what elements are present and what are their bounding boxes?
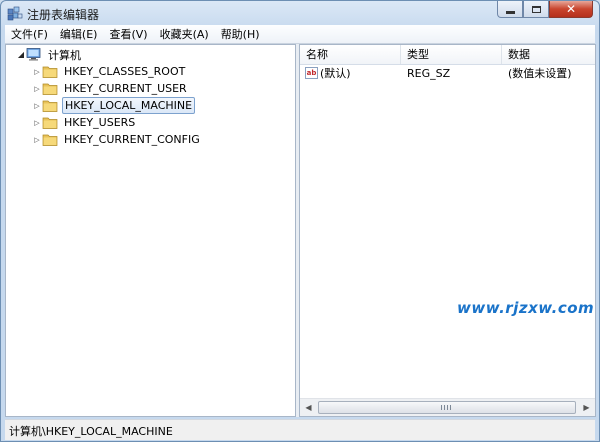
- status-path: 计算机\HKEY_LOCAL_MACHINE: [9, 425, 173, 438]
- horizontal-scrollbar[interactable]: ◀ ▶: [300, 398, 595, 416]
- tree-root-label: 计算机: [48, 48, 81, 62]
- close-button[interactable]: ✕: [549, 1, 593, 18]
- title-bar[interactable]: 注册表编辑器 ✕: [1, 1, 599, 25]
- status-bar: 计算机\HKEY_LOCAL_MACHINE: [5, 419, 595, 440]
- key-tree[interactable]: ◢ 计算机 ▷ HKEY_CLASSES_ROOT ▷ HKEY_CURRENT…: [5, 44, 296, 417]
- scroll-thumb[interactable]: [318, 401, 576, 414]
- menu-bar: 文件(F) 编辑(E) 查看(V) 收藏夹(A) 帮助(H): [5, 25, 595, 44]
- column-name[interactable]: 名称: [300, 45, 401, 64]
- scroll-right-icon[interactable]: ▶: [580, 401, 593, 414]
- tree-item-computer[interactable]: ◢ 计算机: [16, 46, 83, 63]
- computer-icon: [26, 48, 41, 61]
- menu-file[interactable]: 文件(F): [5, 26, 54, 42]
- window-title: 注册表编辑器: [27, 8, 100, 22]
- minimize-icon: [505, 10, 515, 14]
- folder-icon: [42, 117, 58, 129]
- caption-buttons: ✕: [497, 1, 593, 19]
- minimize-button[interactable]: [497, 1, 523, 18]
- maximize-button[interactable]: [523, 1, 549, 18]
- tree-item-hkey-classes-root[interactable]: ▷ HKEY_CLASSES_ROOT: [32, 63, 187, 80]
- column-data[interactable]: 数据: [502, 45, 595, 64]
- tree-item-hkey-current-config[interactable]: ▷ HKEY_CURRENT_CONFIG: [32, 131, 202, 148]
- expand-icon[interactable]: ▷: [32, 63, 42, 80]
- menu-favorites[interactable]: 收藏夹(A): [154, 26, 215, 42]
- registry-editor-window: 注册表编辑器 ✕ 文件(F) 编辑(E) 查看(V) 收藏夹(A) 帮助(H) …: [0, 0, 600, 442]
- column-type[interactable]: 类型: [401, 45, 502, 64]
- value-list[interactable]: 名称 类型 数据 ab (默认) REG_SZ (数值未设置) ◀ ▶: [299, 44, 596, 417]
- tree-item-label: HKEY_CLASSES_ROOT: [64, 65, 186, 78]
- value-name: (默认): [320, 67, 351, 80]
- folder-icon: [42, 66, 58, 78]
- folder-icon: [42, 83, 58, 95]
- menu-edit[interactable]: 编辑(E): [54, 26, 104, 42]
- collapse-icon[interactable]: ◢: [16, 46, 26, 63]
- expand-icon[interactable]: ▷: [32, 80, 42, 97]
- menu-help[interactable]: 帮助(H): [215, 26, 266, 42]
- scroll-left-icon[interactable]: ◀: [302, 401, 315, 414]
- close-icon: ✕: [565, 2, 577, 16]
- tree-item-hkey-local-machine[interactable]: ▷ HKEY_LOCAL_MACHINE: [32, 97, 196, 114]
- tree-item-label: HKEY_LOCAL_MACHINE: [62, 97, 196, 114]
- tree-item-label: HKEY_USERS: [64, 116, 136, 129]
- table-row[interactable]: ab (默认) REG_SZ (数值未设置): [300, 65, 595, 82]
- registry-editor-icon: [7, 6, 23, 21]
- watermark: www.rjzxw.com: [457, 299, 595, 317]
- tree-item-hkey-current-user[interactable]: ▷ HKEY_CURRENT_USER: [32, 80, 189, 97]
- string-value-icon: ab: [305, 67, 318, 79]
- expand-icon[interactable]: ▷: [32, 114, 42, 131]
- column-header: 名称 类型 数据: [300, 45, 595, 65]
- tree-item-hkey-users[interactable]: ▷ HKEY_USERS: [32, 114, 137, 131]
- folder-icon: [42, 100, 58, 112]
- tree-item-label: HKEY_CURRENT_CONFIG: [64, 133, 200, 146]
- grip-icon: [441, 405, 451, 410]
- value-type: REG_SZ: [407, 67, 451, 80]
- value-data: (数值未设置): [508, 67, 572, 80]
- expand-icon[interactable]: ▷: [32, 97, 42, 114]
- maximize-icon: [531, 5, 541, 13]
- expand-icon[interactable]: ▷: [32, 131, 42, 148]
- menu-view[interactable]: 查看(V): [103, 26, 153, 42]
- folder-icon: [42, 134, 58, 146]
- tree-item-label: HKEY_CURRENT_USER: [64, 82, 187, 95]
